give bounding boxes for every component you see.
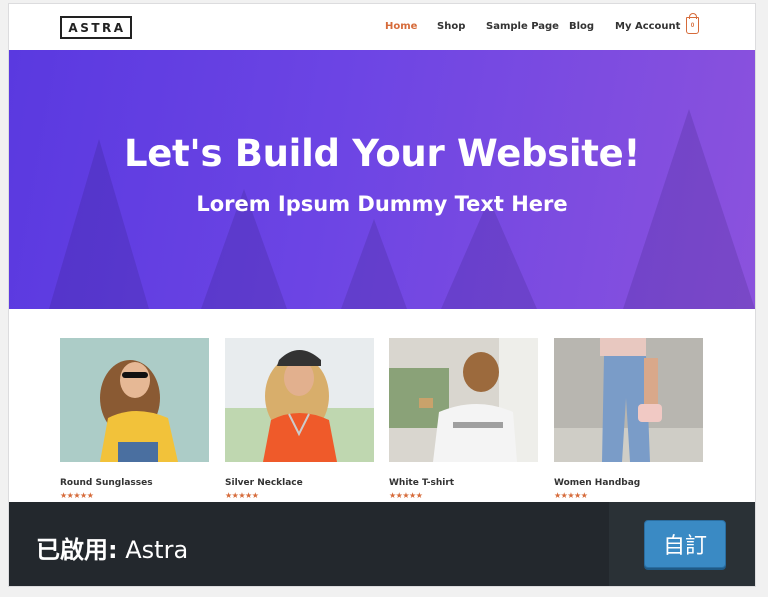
product-name[interactable]: Women Handbag bbox=[554, 478, 703, 488]
customize-button[interactable]: 自訂 bbox=[644, 520, 726, 568]
rating-stars: ★★★★★ bbox=[554, 491, 588, 500]
active-theme-bar: 已啟用: Astra 自訂 bbox=[9, 502, 755, 586]
product-card[interactable]: Silver Necklace ★★★★★ bbox=[225, 338, 374, 501]
nav-item-shop[interactable]: Shop bbox=[437, 21, 465, 32]
nav-item-my-account[interactable]: My Account bbox=[615, 21, 680, 32]
rating-stars: ★★★★★ bbox=[60, 491, 94, 500]
product-card[interactable]: Round Sunglasses ★★★★★ bbox=[60, 338, 209, 501]
active-prefix: 已啟用: bbox=[36, 536, 118, 564]
rating-stars: ★★★★★ bbox=[225, 491, 259, 500]
product-card[interactable]: White T-shirt ★★★★★ bbox=[389, 338, 538, 501]
product-name[interactable]: White T-shirt bbox=[389, 478, 538, 488]
product-card[interactable]: Women Handbag ★★★★★ bbox=[554, 338, 703, 501]
cart-icon[interactable]: 0 bbox=[686, 13, 699, 34]
site-logo[interactable]: ASTRA bbox=[60, 16, 132, 39]
product-image[interactable] bbox=[554, 338, 703, 462]
site-header: ASTRA Home Shop Sample Page Blog My Acco… bbox=[9, 4, 755, 50]
nav-item-blog[interactable]: Blog bbox=[569, 21, 594, 32]
hero-subtitle: Lorem Ipsum Dummy Text Here bbox=[196, 192, 568, 216]
product-image[interactable] bbox=[225, 338, 374, 462]
active-theme-label: 已啟用: Astra bbox=[36, 530, 188, 565]
cart-count: 0 bbox=[690, 22, 695, 29]
theme-screenshot: ASTRA Home Shop Sample Page Blog My Acco… bbox=[9, 4, 755, 586]
theme-name: Astra bbox=[125, 536, 189, 564]
hero-title: Let's Build Your Website! bbox=[123, 132, 641, 175]
product-image[interactable] bbox=[60, 338, 209, 462]
nav-item-sample-page[interactable]: Sample Page bbox=[486, 21, 559, 32]
product-image[interactable] bbox=[389, 338, 538, 462]
rating-stars: ★★★★★ bbox=[389, 491, 423, 500]
product-name[interactable]: Silver Necklace bbox=[225, 478, 374, 488]
hero-banner: Let's Build Your Website! Lorem Ipsum Du… bbox=[9, 50, 755, 309]
theme-actions: 自訂 bbox=[609, 502, 755, 586]
tree-silhouette-icon bbox=[341, 219, 407, 309]
nav-item-home[interactable]: Home bbox=[385, 21, 417, 32]
product-name[interactable]: Round Sunglasses bbox=[60, 478, 209, 488]
